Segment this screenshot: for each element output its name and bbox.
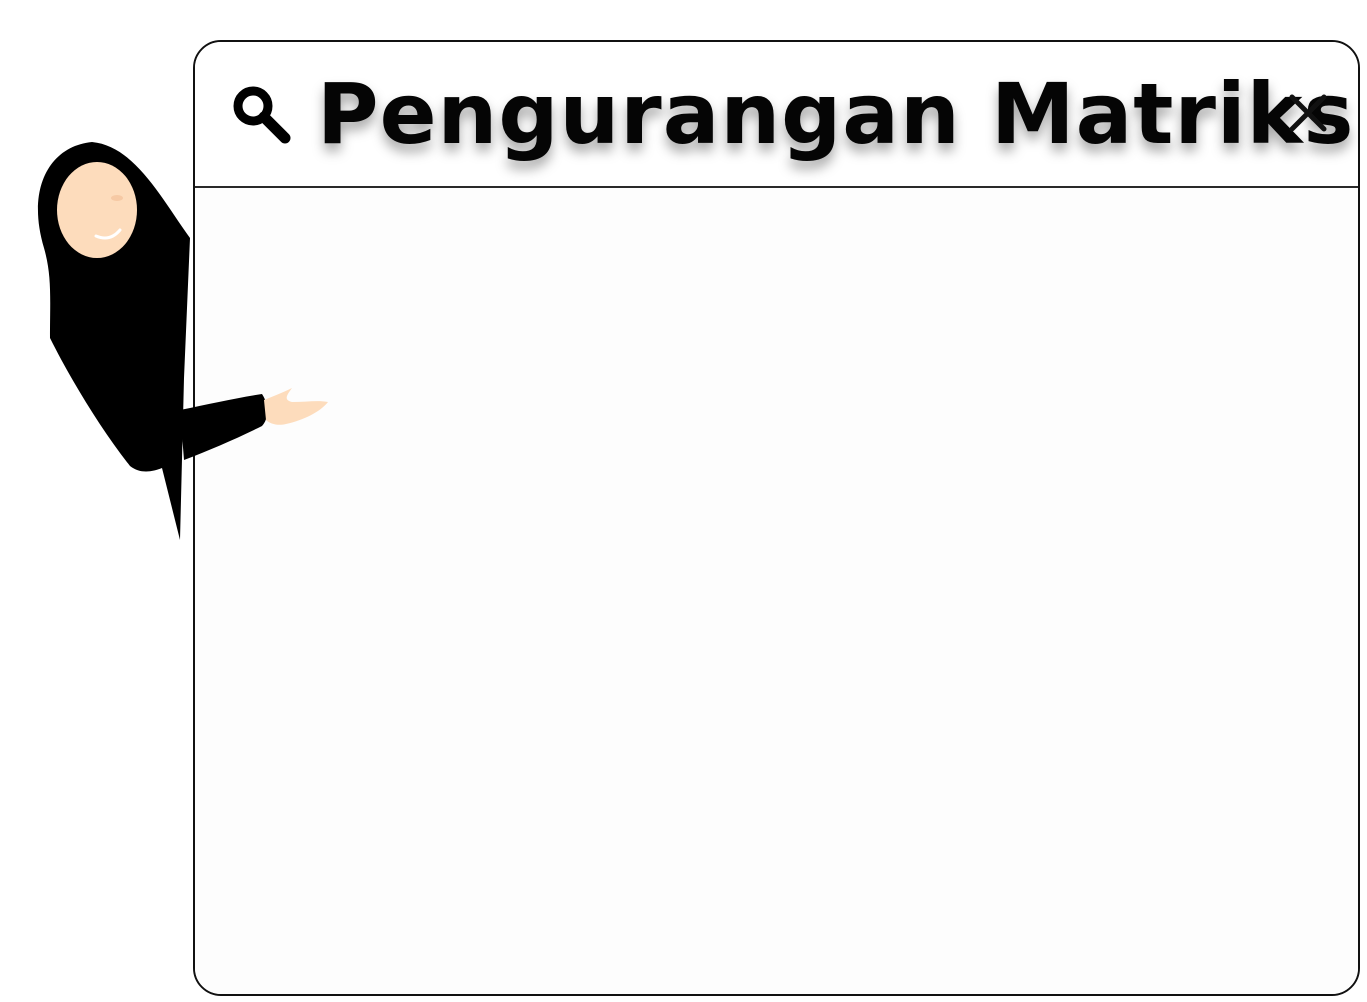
app-window: Pengurangan Matriks (193, 40, 1360, 996)
cheek (111, 195, 123, 201)
close-icon[interactable] (1287, 92, 1329, 134)
face (57, 162, 137, 258)
title-bar: Pengurangan Matriks (195, 42, 1358, 188)
hand (264, 388, 328, 425)
window-title: Pengurangan Matriks (317, 65, 1355, 163)
arm-sleeve (180, 394, 268, 460)
content-area (195, 188, 1358, 994)
hijab-woman-illustration (37, 142, 328, 540)
